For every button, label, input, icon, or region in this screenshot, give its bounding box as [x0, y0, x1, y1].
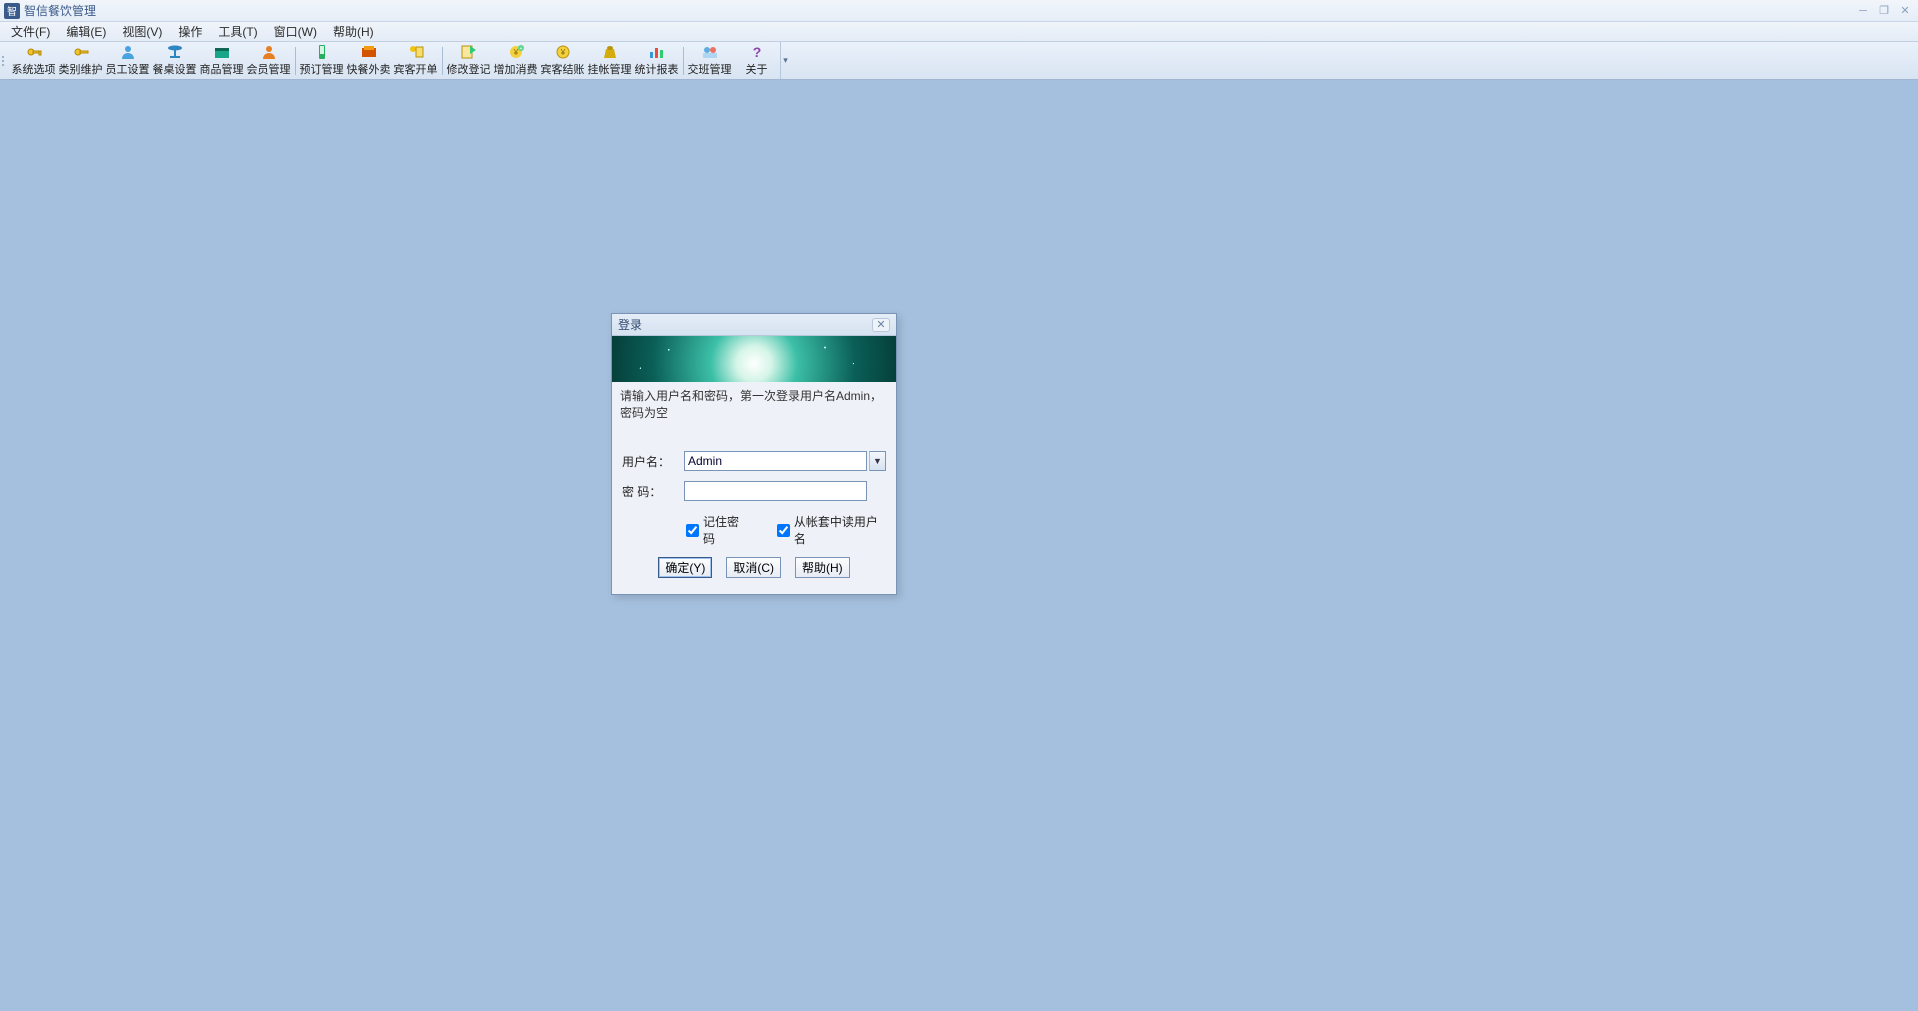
chart-icon — [647, 44, 667, 60]
maximize-button[interactable]: ❐ — [1875, 4, 1893, 18]
remember-password-checkbox[interactable]: 记住密码 — [686, 513, 749, 547]
toolbar-label: 快餐外卖 — [347, 61, 391, 77]
edit-icon — [459, 44, 479, 60]
menu-tools[interactable]: 工具(T) — [210, 21, 265, 42]
minimize-button[interactable]: ─ — [1854, 4, 1872, 18]
menu-help[interactable]: 帮助(H) — [325, 21, 382, 42]
cancel-button[interactable]: 取消(C) — [726, 557, 781, 578]
username-input[interactable] — [684, 451, 867, 471]
toolbar-shift[interactable]: 交班管理 — [686, 42, 733, 79]
toolbar-system-options[interactable]: 系统选项 — [10, 42, 57, 79]
help-icon: ? — [747, 44, 767, 60]
toolbar-category[interactable]: 类别维护 — [57, 42, 104, 79]
toolbar-reports[interactable]: 统计报表 — [633, 42, 680, 79]
toolbar-label: 会员管理 — [247, 61, 291, 77]
toolbar-members[interactable]: 会员管理 — [245, 42, 292, 79]
toolbar-staff[interactable]: 员工设置 — [104, 42, 151, 79]
order-icon — [406, 44, 426, 60]
login-instruction: 请输入用户名和密码，第一次登录用户名Admin，密码为空 — [612, 382, 896, 423]
box-icon — [212, 44, 232, 60]
dialog-titlebar[interactable]: 登录 ✕ — [612, 314, 896, 336]
app-icon: 智 — [4, 3, 20, 19]
toolbar-add-consume[interactable]: ¥+ 增加消费 — [492, 42, 539, 79]
toolbar-label: 宾客开单 — [394, 61, 438, 77]
toolbar-fastfood[interactable]: 快餐外卖 — [345, 42, 392, 79]
toolbar-label: 增加消费 — [494, 61, 538, 77]
toolbar-modify[interactable]: 修改登记 — [445, 42, 492, 79]
toolbar-label: 修改登记 — [447, 61, 491, 77]
toolbar-label: 统计报表 — [635, 61, 679, 77]
read-user-checkbox[interactable]: 从帐套中读用户名 — [777, 513, 886, 547]
menubar: 文件(F) 编辑(E) 视图(V) 操作 工具(T) 窗口(W) 帮助(H) — [0, 22, 1918, 42]
password-input[interactable] — [684, 481, 867, 501]
key-icon — [24, 44, 44, 60]
dialog-close-button[interactable]: ✕ — [872, 318, 890, 332]
toolbar-label: 预订管理 — [300, 61, 344, 77]
toolbar-label: 商品管理 — [200, 61, 244, 77]
close-window-button[interactable]: ✕ — [1896, 4, 1914, 18]
toolbar-guest-order[interactable]: 宾客开单 — [392, 42, 439, 79]
toolbar-booking[interactable]: 预订管理 — [298, 42, 345, 79]
toolbar-label: 类别维护 — [59, 61, 103, 77]
read-user-label: 从帐套中读用户名 — [794, 513, 886, 547]
remember-password-label: 记住密码 — [703, 513, 749, 547]
ok-button[interactable]: 确定(Y) — [658, 557, 712, 578]
toolbar-label: 关于 — [746, 61, 768, 77]
username-label: 用户名： — [622, 453, 684, 470]
username-dropdown-button[interactable]: ▼ — [869, 451, 886, 471]
toolbar-label: 系统选项 — [12, 61, 56, 77]
bag-icon — [600, 44, 620, 60]
toolbar-products[interactable]: 商品管理 — [198, 42, 245, 79]
person-icon — [118, 44, 138, 60]
svg-text:¥: ¥ — [559, 48, 565, 57]
password-label: 密 码： — [622, 483, 684, 500]
menu-window[interactable]: 窗口(W) — [266, 21, 325, 42]
toolbar-label: 交班管理 — [688, 61, 732, 77]
menu-operate[interactable]: 操作 — [170, 21, 210, 42]
toolbar-tables[interactable]: 餐桌设置 — [151, 42, 198, 79]
login-form: 用户名： ▼ 密 码： 记住密码 从帐套中读用户名 确定(Y) 取消( — [612, 423, 896, 594]
add-icon: ¥+ — [506, 44, 526, 60]
toolbar-label: 挂帐管理 — [588, 61, 632, 77]
titlebar: 智 智信餐饮管理 ─ ❐ ✕ — [0, 0, 1918, 22]
dialog-banner — [612, 336, 896, 382]
toolbar: 系统选项 类别维护 员工设置 餐桌设置 商品管理 会员管理 预订管理 快餐外卖 … — [0, 42, 1918, 80]
vip-icon — [259, 44, 279, 60]
toolbar-about[interactable]: ? 关于 — [733, 42, 780, 79]
svg-text:?: ? — [752, 44, 761, 60]
key-icon — [71, 44, 91, 60]
window-title: 智信餐饮管理 — [24, 2, 96, 19]
menu-edit[interactable]: 编辑(E) — [58, 21, 114, 42]
coin-icon: ¥ — [553, 44, 573, 60]
toolbar-label: 餐桌设置 — [153, 61, 197, 77]
svg-text:+: + — [519, 46, 522, 52]
menu-view[interactable]: 视图(V) — [114, 21, 170, 42]
phone-icon — [312, 44, 332, 60]
remember-password-input[interactable] — [686, 524, 699, 537]
svg-text:¥: ¥ — [512, 48, 518, 57]
toolbar-label: 员工设置 — [106, 61, 150, 77]
dialog-title: 登录 — [618, 316, 642, 333]
read-user-input[interactable] — [777, 524, 790, 537]
fast-icon — [359, 44, 379, 60]
table-icon — [165, 44, 185, 60]
toolbar-label: 宾客结账 — [541, 61, 585, 77]
toolbar-grip — [2, 42, 8, 79]
toolbar-overflow[interactable]: ▾ — [780, 42, 790, 79]
menu-file[interactable]: 文件(F) — [3, 21, 58, 42]
help-button[interactable]: 帮助(H) — [795, 557, 850, 578]
toolbar-checkout[interactable]: ¥ 宾客结账 — [539, 42, 586, 79]
login-dialog: 登录 ✕ 请输入用户名和密码，第一次登录用户名Admin，密码为空 用户名： ▼… — [611, 313, 897, 595]
shift-icon — [700, 44, 720, 60]
workspace — [0, 80, 1918, 1011]
toolbar-credit[interactable]: 挂帐管理 — [586, 42, 633, 79]
